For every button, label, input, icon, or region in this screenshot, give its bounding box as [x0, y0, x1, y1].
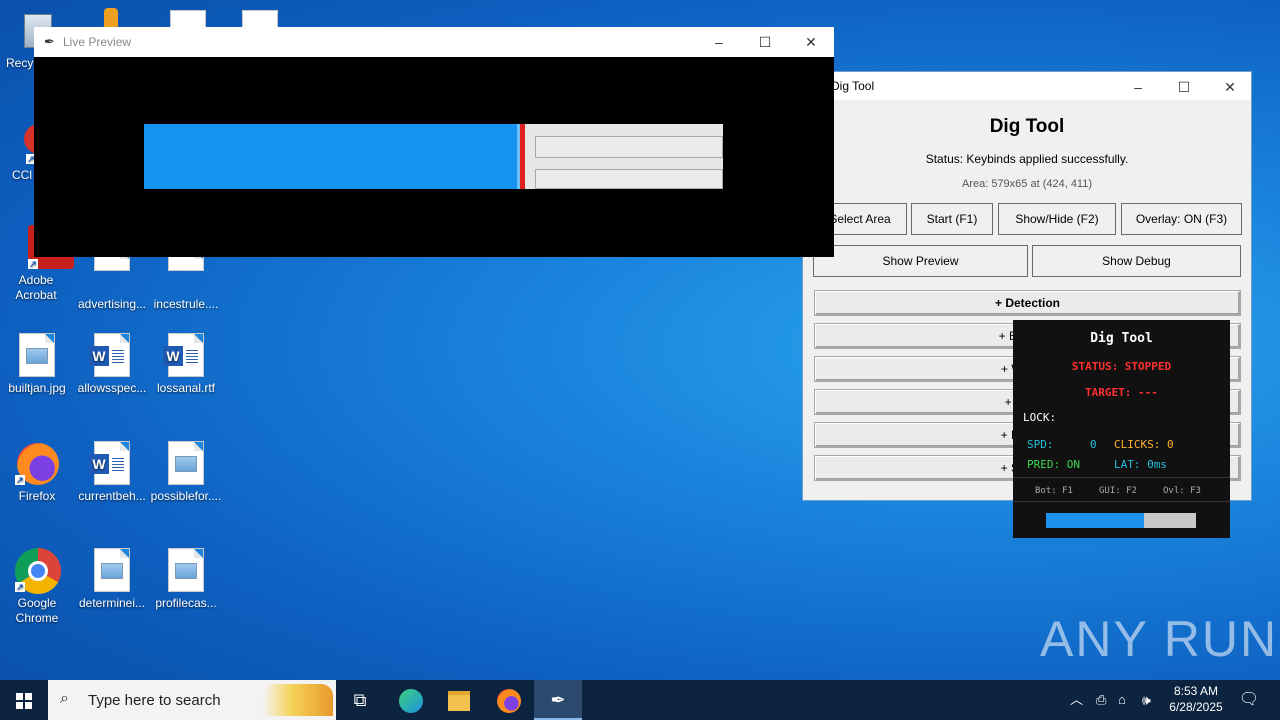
- overlay-clicks: CLICKS: 0: [1114, 438, 1174, 451]
- area-info: Area: 579x65 at (424, 411): [961, 178, 1093, 190]
- status-overlay: Dig Tool STATUS: STOPPED TARGET: --- LOC…: [1013, 320, 1230, 538]
- overlay-lock: LOCK:: [1023, 411, 1057, 424]
- overlay-spd-label: SPD:: [1027, 438, 1054, 451]
- search-icon: ⌕: [60, 690, 69, 707]
- tray-device-icon[interactable]: ⎙: [1096, 680, 1106, 720]
- status-text: Status: Keybinds applied successfully.: [925, 152, 1129, 166]
- desktop-icon-label: profilecas...: [155, 596, 217, 610]
- app-heading: Dig Tool: [989, 116, 1065, 137]
- overlay-spd-value: 0: [1090, 438, 1097, 451]
- maximize-button[interactable]: ☐: [742, 27, 788, 57]
- image-file-icon: [164, 548, 208, 592]
- overlay-hotkey-ovl: Ovl: F3: [1163, 486, 1201, 496]
- desktop-icon-label: builtjan.jpg: [8, 381, 66, 395]
- firefox-icon[interactable]: ↗ Firefox: [1, 441, 73, 504]
- desktop-file-determinei[interactable]: determinei...: [76, 548, 148, 611]
- close-button[interactable]: ✕: [788, 27, 834, 57]
- clock[interactable]: 8:53 AM 6/28/2025: [1166, 683, 1226, 715]
- image-file-icon: [164, 441, 208, 485]
- overlay-lat: LAT: 0ms: [1114, 458, 1167, 471]
- notification-icon[interactable]: 🗨: [1234, 680, 1264, 720]
- desktop-file-lossanal[interactable]: W lossanal.rtf: [150, 333, 222, 396]
- file-explorer-icon[interactable]: [435, 680, 483, 720]
- tray-chevron-icon[interactable]: ︿: [1070, 680, 1083, 720]
- desktop-icon-label: advertising...: [77, 297, 147, 311]
- window-title: Live Preview: [63, 35, 132, 49]
- anyrun-watermark: ANY RUN: [1040, 611, 1279, 667]
- desktop-icon-label: Adobe Acrobat: [15, 273, 57, 302]
- live-preview-window: ✒ Live Preview – ☐ ✕: [34, 27, 834, 257]
- desktop-file-profilecas[interactable]: profilecas...: [150, 548, 222, 611]
- desktop-file-builtjan[interactable]: builtjan.jpg: [1, 333, 73, 396]
- maximize-button[interactable]: ☐: [1161, 72, 1207, 102]
- desktop-icon-label: determinei...: [78, 596, 146, 610]
- network-icon[interactable]: ⌂: [1118, 680, 1126, 720]
- minimize-button[interactable]: –: [696, 27, 742, 57]
- window-title: Dig Tool: [831, 79, 875, 93]
- show-hide-button[interactable]: Show/Hide (F2): [998, 203, 1116, 235]
- minimize-button[interactable]: –: [1115, 72, 1161, 102]
- feather-app-taskbar-icon[interactable]: ✒: [534, 680, 582, 720]
- desktop-icon-label: currentbeh...: [78, 489, 146, 503]
- clock-date: 6/28/2025: [1169, 700, 1223, 714]
- word-document-icon: W: [163, 333, 208, 377]
- clock-time: 8:53 AM: [1173, 684, 1219, 698]
- volume-icon[interactable]: 🕪: [1142, 680, 1151, 720]
- chrome-logo-icon: ↗: [15, 548, 61, 594]
- overlay-progress-fill: [1046, 513, 1144, 528]
- start-button[interactable]: Start (F1): [911, 203, 993, 235]
- overlay-toggle-button[interactable]: Overlay: ON (F3): [1121, 203, 1242, 235]
- desktop-icon-label: possiblefor....: [150, 489, 222, 503]
- overlay-progress-track: [1046, 513, 1196, 528]
- firefox-logo-icon: ↗: [15, 441, 59, 485]
- windows-start-icon[interactable]: [0, 680, 48, 720]
- desktop-file-possiblefor[interactable]: possiblefor....: [150, 441, 222, 504]
- image-file-icon: [15, 333, 59, 377]
- desktop-file-allowsspec[interactable]: W allowsspec...: [76, 333, 148, 396]
- close-button[interactable]: ✕: [1207, 72, 1253, 102]
- firefox-taskbar-icon[interactable]: [485, 680, 533, 720]
- desktop-icon-label: Firefox: [18, 489, 56, 503]
- word-document-icon: W: [89, 441, 134, 485]
- task-view-icon[interactable]: ⧉: [336, 680, 384, 720]
- search-highlight-image: [263, 684, 333, 716]
- overlay-title: Dig Tool: [1090, 331, 1153, 346]
- search-input[interactable]: Type here to search: [88, 692, 221, 709]
- overlay-divider: [1013, 501, 1230, 502]
- image-file-icon: [90, 548, 134, 592]
- desktop-file-currentbeh[interactable]: W currentbeh...: [76, 441, 148, 504]
- vlc-icon[interactable]: [104, 8, 118, 28]
- overlay-divider: [1013, 477, 1230, 478]
- overlay-hotkey-bot: Bot: F1: [1035, 486, 1073, 496]
- overlay-hotkey-gui: GUI: F2: [1099, 486, 1137, 496]
- desktop-icon-label: incestrule....: [153, 297, 219, 311]
- show-debug-button[interactable]: Show Debug: [1032, 245, 1241, 277]
- desktop-icon-label: Google Chrome: [15, 596, 59, 625]
- live-preview-titlebar[interactable]: ✒ Live Preview – ☐ ✕: [34, 27, 834, 57]
- desktop-icon-label: allowsspec...: [77, 381, 147, 395]
- show-preview-button[interactable]: Show Preview: [813, 245, 1028, 277]
- preview-capture-image: [144, 124, 723, 189]
- overlay-status: STATUS: STOPPED: [1071, 360, 1172, 373]
- feather-icon: ✒: [44, 34, 55, 49]
- dig-tool-titlebar[interactable]: Dig Tool – ☐ ✕: [803, 72, 1251, 100]
- search-box[interactable]: ⌕ Type here to search: [48, 680, 336, 720]
- taskbar: ⌕ Type here to search ⧉ ✒ ︿ ⎙ ⌂ 🕪 8:53 A…: [0, 680, 1280, 720]
- edge-icon[interactable]: [387, 680, 435, 720]
- word-document-icon: W: [89, 333, 134, 377]
- overlay-pred: PRED: ON: [1027, 458, 1080, 471]
- desktop-icon-label: lossanal.rtf: [156, 381, 216, 395]
- section-detection[interactable]: + Detection: [815, 291, 1240, 315]
- overlay-target: TARGET: ---: [1085, 386, 1158, 399]
- google-chrome-icon[interactable]: ↗ Google Chrome: [1, 548, 73, 626]
